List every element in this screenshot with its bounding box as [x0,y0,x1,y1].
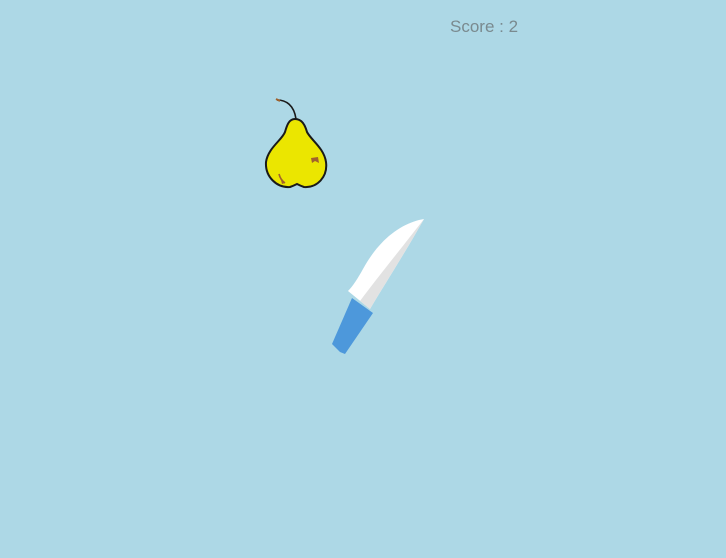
game-canvas[interactable]: Score : 2 [0,0,726,558]
knife-icon[interactable] [325,212,431,360]
score-display: Score : 2 [450,17,519,36]
pear-icon[interactable] [262,97,332,193]
